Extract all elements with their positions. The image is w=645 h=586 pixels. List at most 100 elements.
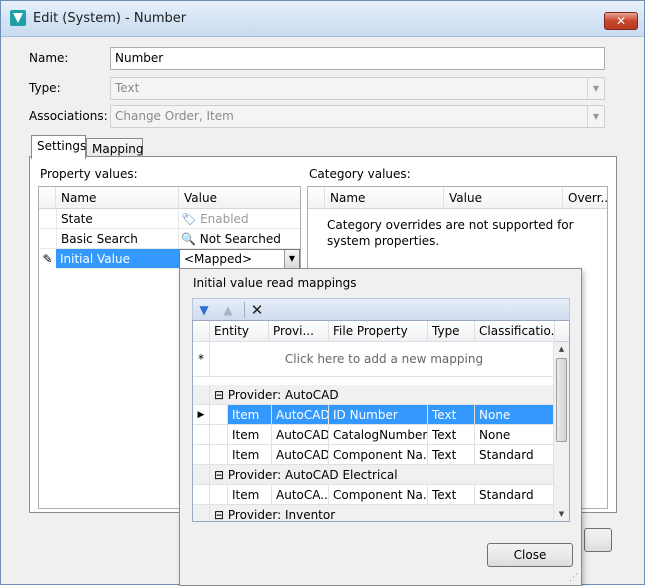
- new-row-icon: *: [193, 342, 210, 377]
- pencil-icon: ✎: [39, 249, 56, 269]
- basic-search-value-text: Not Searched: [199, 232, 281, 246]
- property-values-title: Property values:: [40, 167, 138, 181]
- scroll-up-icon[interactable]: ▲: [554, 342, 569, 356]
- column-header-file-property[interactable]: File Property: [329, 321, 428, 342]
- mapping-row[interactable]: Item AutoCAD Component Na... Text Standa…: [193, 445, 555, 465]
- spacer: [193, 377, 555, 385]
- category-grid-header: Name Value Overr...: [308, 187, 607, 209]
- initial-value-dropdown[interactable]: <Mapped> ▼: [179, 249, 300, 269]
- mapping-grid-header: Entity Provi... File Property Type Class…: [193, 321, 569, 342]
- group-row-autocad[interactable]: ⊟ Provider: AutoCAD: [193, 385, 555, 405]
- property-row-state[interactable]: State 🏷 Enabled: [39, 209, 300, 229]
- entity-cell: Item: [228, 445, 272, 465]
- column-header-value[interactable]: Value: [179, 187, 300, 209]
- window-close-button[interactable]: ✕: [604, 12, 638, 30]
- mapping-grid: Entity Provi... File Property Type Class…: [192, 320, 570, 522]
- provider-cell: AutoCAD: [272, 445, 329, 465]
- column-header-type[interactable]: Type: [428, 321, 475, 342]
- group-row-autocad-electrical[interactable]: ⊟ Provider: AutoCAD Electrical: [193, 465, 555, 485]
- indent-cell: [210, 405, 228, 425]
- classification-cell: None: [475, 405, 555, 425]
- chevron-down-icon: ▼: [587, 78, 604, 99]
- property-value: 🏷 Enabled: [179, 209, 300, 229]
- collapse-icon[interactable]: ⊟: [214, 388, 224, 402]
- type-cell: Text: [428, 445, 475, 465]
- scrollbar-thumb[interactable]: [556, 358, 567, 442]
- column-header-override[interactable]: Overr...: [563, 187, 607, 209]
- associations-value: Change Order, Item: [115, 109, 234, 123]
- column-header-name[interactable]: Name: [56, 187, 179, 209]
- group-header: ⊟ Provider: Inventor: [210, 505, 555, 522]
- group-header: ⊟ Provider: AutoCAD Electrical: [210, 465, 555, 485]
- category-message: Category overrides are not supported for…: [327, 218, 574, 248]
- move-down-icon[interactable]: ▼: [196, 302, 212, 318]
- property-value: 🔍 Not Searched: [179, 229, 300, 249]
- row-selector: [193, 465, 210, 485]
- file-property-cell: CatalogNumber: [329, 425, 428, 445]
- entity-cell: Item: [228, 485, 272, 505]
- title-bar: Edit (System) - Number ✕: [1, 1, 644, 37]
- type-value: Text: [115, 81, 140, 95]
- mapping-vertical-scrollbar[interactable]: ▲ ▼: [553, 342, 569, 521]
- type-cell: Text: [428, 405, 475, 425]
- group-header: ⊟ Provider: AutoCAD: [210, 385, 555, 405]
- scroll-down-icon[interactable]: ▼: [554, 507, 569, 521]
- window-title: Edit (System) - Number: [33, 11, 187, 26]
- type-label: Type:: [29, 81, 61, 95]
- type-cell: Text: [428, 425, 475, 445]
- mappings-popup: Initial value read mappings ▼ ▲ ✕ Entity…: [179, 268, 582, 586]
- property-name: Initial Value: [60, 252, 130, 266]
- property-name: Basic Search: [56, 229, 179, 249]
- collapse-icon[interactable]: ⊟: [214, 508, 224, 521]
- column-header-name[interactable]: Name: [325, 187, 444, 209]
- associations-label: Associations:: [29, 109, 108, 123]
- initial-value-text: <Mapped>: [184, 252, 253, 266]
- column-header-value[interactable]: Value: [444, 187, 563, 209]
- dialog-button-partial[interactable]: [584, 528, 612, 552]
- mapping-row[interactable]: Item AutoCAD CatalogNumber Text None: [193, 425, 555, 445]
- file-property-cell: Component Na...: [329, 445, 428, 465]
- add-mapping-hint[interactable]: Click here to add a new mapping: [210, 342, 555, 377]
- row-selector: [193, 385, 210, 405]
- name-label: Name:: [29, 51, 69, 65]
- row-selector-header: [308, 187, 325, 209]
- group-row-inventor[interactable]: ⊟ Provider: Inventor: [193, 505, 555, 522]
- indent-cell: [210, 485, 228, 505]
- column-header-provider[interactable]: Provi...: [269, 321, 329, 342]
- delete-icon[interactable]: ✕: [249, 302, 265, 318]
- column-header-entity[interactable]: Entity: [210, 321, 269, 342]
- mapping-row[interactable]: Item AutoCA... Component Na... Text Stan…: [193, 485, 555, 505]
- mapping-toolbar: ▼ ▲ ✕: [192, 298, 570, 320]
- property-row-initial-value[interactable]: ✎ Initial Value <Mapped> ▼: [39, 249, 300, 269]
- associations-select: Change Order, Item ▼: [110, 105, 605, 128]
- provider-cell: AutoCA...: [272, 485, 329, 505]
- row-selector-header: [193, 321, 210, 342]
- add-mapping-row[interactable]: * Click here to add a new mapping: [193, 342, 555, 377]
- provider-cell: AutoCAD: [272, 405, 329, 425]
- type-cell: Text: [428, 485, 475, 505]
- indent-cell: [210, 445, 228, 465]
- move-up-icon: ▲: [223, 303, 233, 317]
- group-label: Provider: AutoCAD Electrical: [227, 468, 398, 482]
- row-selector: [193, 505, 210, 521]
- indent-cell: [210, 425, 228, 445]
- resize-grip-icon[interactable]: ⋰: [569, 573, 579, 583]
- classification-cell: Standard: [475, 445, 555, 465]
- property-row-basic-search[interactable]: Basic Search 🔍 Not Searched: [39, 229, 300, 249]
- property-grid-header: Name Value: [39, 187, 300, 209]
- column-header-classification[interactable]: Classificatio...: [475, 321, 555, 342]
- collapse-icon[interactable]: ⊟: [214, 468, 224, 482]
- property-name: State: [56, 209, 179, 229]
- name-input[interactable]: Number: [110, 47, 605, 70]
- tag-icon: 🏷: [181, 212, 197, 226]
- group-label: Provider: Inventor: [227, 508, 336, 522]
- row-selector: [193, 425, 210, 445]
- chevron-down-icon[interactable]: ▼: [284, 250, 299, 268]
- close-button[interactable]: Close: [487, 543, 573, 567]
- mapping-row[interactable]: ▶ Item AutoCAD ID Number Text None: [193, 405, 555, 425]
- toolbar-divider: [244, 302, 245, 318]
- provider-cell: AutoCAD: [272, 425, 329, 445]
- edit-dialog: Edit (System) - Number ✕ Name: Number Ty…: [0, 0, 645, 586]
- app-logo-icon: [10, 10, 26, 26]
- tab-settings[interactable]: Settings: [31, 135, 86, 159]
